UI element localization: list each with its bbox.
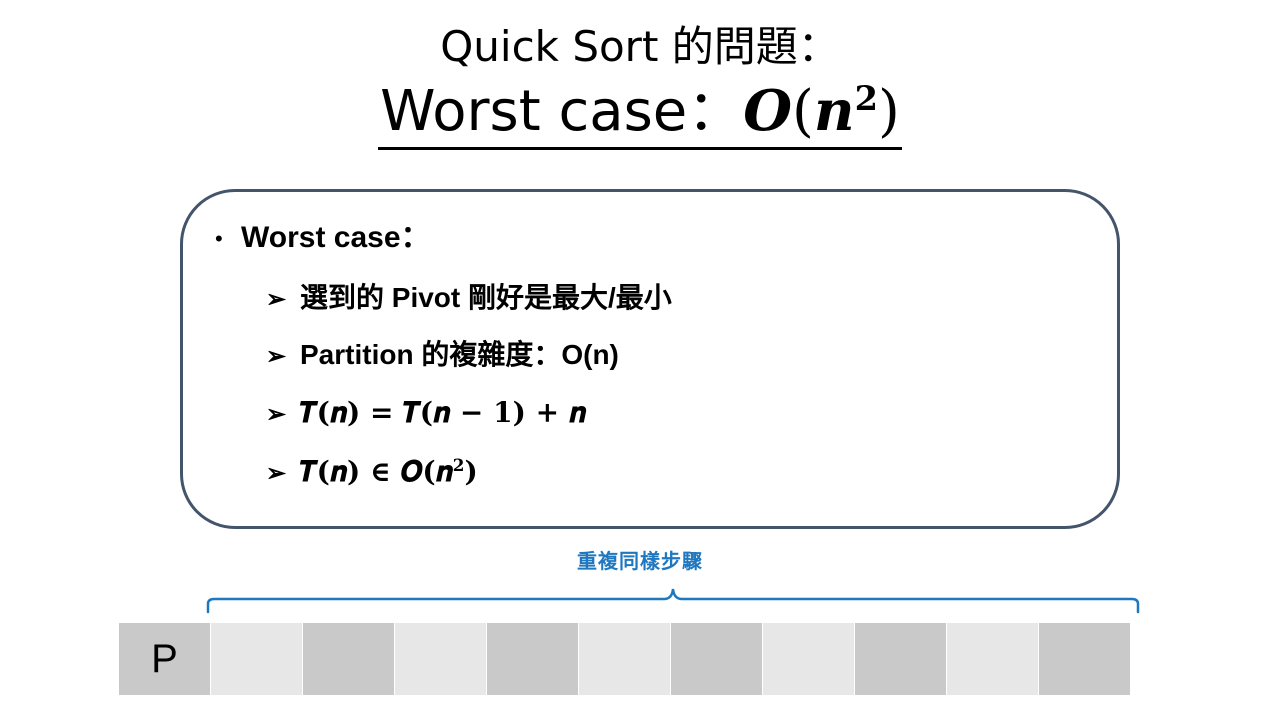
bigO-math-exponent: 𝟐 (452, 454, 465, 475)
arrow-bullet-icon: ➢ (266, 401, 287, 428)
array-cell (763, 623, 855, 695)
main-bullet: • Worst case： (215, 218, 431, 259)
title-worst-case-text: Worst case： (380, 79, 744, 144)
title-math-exponent: 2 (854, 77, 878, 118)
array-row: P (119, 623, 1131, 695)
title-math-O: O (743, 78, 792, 144)
arrow-bullet-icon: ➢ (266, 286, 287, 313)
slide-title-line1: Quick Sort 的問題： (440, 22, 840, 71)
array-cell (487, 623, 579, 695)
sub-bullet-partition: ➢ Partition 的複雜度：O(n) (266, 337, 619, 375)
slide-title-line2: Worst case：O(n2) (0, 78, 1280, 150)
title-complexity-math: O(n2) (743, 77, 900, 144)
pivot-cell: P (119, 623, 211, 695)
main-bullet-label: Worst case： (241, 221, 431, 254)
title-math-n: n (813, 78, 855, 144)
sub-bullet-text: Partition 的複雜度：O(n) (300, 339, 619, 370)
array-cell (1039, 623, 1131, 695)
arrow-bullet-icon: ➢ (266, 343, 287, 370)
sub-bullet-text: 選到的 Pivot 剛好是最大/最小 (300, 282, 672, 313)
title-underline-group: Worst case：O(n2) (378, 78, 902, 150)
array-cell (303, 623, 395, 695)
bigO-math-suffix: ) (464, 455, 478, 488)
curly-brace-icon (206, 588, 1140, 614)
bigO-math-prefix: 𝑻(𝒏) ∈ 𝑶(𝒏 (300, 455, 453, 488)
sub-bullet-bigO: ➢ 𝑻(𝒏) ∈ 𝑶(𝒏𝟐) (266, 454, 478, 492)
arrow-bullet-icon: ➢ (266, 460, 287, 487)
sub-bullet-pivot: ➢ 選到的 Pivot 剛好是最大/最小 (266, 280, 672, 318)
recurrence-math: 𝑻(𝒏) = 𝑻(𝒏 − 𝟏) + 𝒏 (300, 396, 586, 429)
array-cell (855, 623, 947, 695)
array-cell (671, 623, 763, 695)
bigO-math: 𝑻(𝒏) ∈ 𝑶(𝒏𝟐) (300, 455, 478, 488)
repeat-steps-label: 重複同樣步驟 (577, 549, 703, 573)
array-cell (395, 623, 487, 695)
title-math-open-paren: ( (792, 79, 814, 144)
array-cell (579, 623, 671, 695)
title-math-close-paren: ) (877, 79, 900, 144)
array-cell (211, 623, 303, 695)
sub-bullet-recurrence: ➢ 𝑻(𝒏) = 𝑻(𝒏 − 𝟏) + 𝒏 (266, 395, 586, 433)
array-cell (947, 623, 1039, 695)
bullet-dot-icon: • (215, 226, 223, 252)
